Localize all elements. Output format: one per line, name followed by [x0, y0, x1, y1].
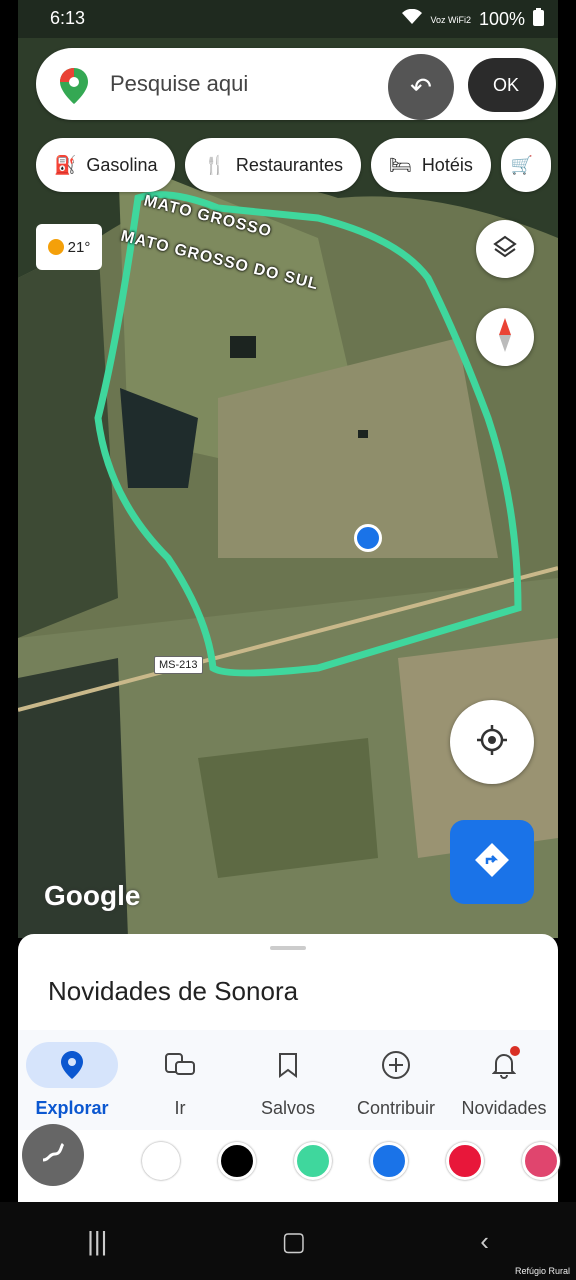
android-nav-bar: ||| ▢ ‹	[0, 1202, 576, 1280]
chip-shopping[interactable]: 🛒	[500, 138, 551, 192]
drawing-toolbar	[18, 1124, 560, 1202]
google-logo: Google	[44, 880, 141, 911]
my-location-button[interactable]	[450, 700, 534, 784]
directions-button[interactable]	[450, 820, 534, 904]
nav-label: Salvos	[260, 1098, 316, 1118]
crosshair-icon	[475, 723, 509, 762]
sun-icon	[47, 239, 64, 255]
chip-label: Hotéis	[421, 154, 473, 175]
status-time: 6:13	[50, 8, 86, 28]
weather-temp: 21°	[67, 238, 91, 256]
squiggle-icon	[38, 1138, 68, 1173]
bookmark-icon	[242, 1042, 334, 1088]
pen-tool-button[interactable]	[22, 1124, 84, 1186]
chip-label: Gasolina	[86, 154, 158, 175]
watermark: Refúgio Rural	[514, 1266, 570, 1276]
nav-explorar[interactable]: Explorar	[18, 1030, 126, 1130]
bottom-nav: Explorar Ir Salvos Contribuir Novidades	[18, 1030, 558, 1130]
swatch-red[interactable]	[446, 1142, 484, 1180]
hotel-icon: 🛏	[388, 154, 412, 175]
swatch-green[interactable]	[294, 1142, 332, 1180]
swatch-black[interactable]	[218, 1142, 256, 1180]
sheet-title: Novidades de Sonora	[48, 976, 299, 1006]
bell-icon	[458, 1042, 550, 1088]
chip-label: Restaurantes	[235, 154, 343, 175]
undo-icon: ↶	[410, 71, 432, 102]
category-chips: ⛽ Gasolina 🍴 Restaurantes 🛏 Hotéis 🛒	[36, 138, 551, 192]
search-placeholder: Pesquise aqui	[110, 71, 249, 96]
bottom-sheet[interactable]: Novidades de Sonora	[18, 934, 558, 1030]
current-location-dot	[354, 524, 382, 552]
chip-restaurantes[interactable]: 🍴 Restaurantes	[185, 138, 361, 192]
network-label: Voz WiFi2	[430, 14, 471, 25]
pin-icon	[26, 1042, 118, 1088]
recents-icon[interactable]: |||	[87, 1226, 107, 1257]
swatch-white[interactable]	[142, 1142, 180, 1180]
compass-button[interactable]	[476, 308, 534, 366]
directions-icon	[474, 842, 510, 883]
compass-icon	[495, 317, 515, 357]
ok-button[interactable]: OK	[468, 58, 544, 112]
restaurant-icon: 🍴	[203, 154, 226, 175]
weather-badge[interactable]: 21°	[36, 224, 102, 270]
nav-label: Ir	[174, 1098, 186, 1118]
nav-ir[interactable]: Ir	[126, 1030, 234, 1130]
road-label: MS-213	[154, 656, 203, 674]
nav-contribuir[interactable]: Contribuir	[342, 1030, 450, 1130]
wifi-icon	[402, 8, 423, 30]
swatch-pink[interactable]	[522, 1142, 560, 1180]
nav-label: Novidades	[461, 1098, 547, 1118]
nav-label: Contribuir	[356, 1098, 436, 1118]
commute-icon	[134, 1042, 226, 1088]
nav-novidades[interactable]: Novidades	[450, 1030, 558, 1130]
nav-label: Explorar	[35, 1098, 109, 1118]
maps-pin-icon	[60, 68, 88, 109]
gas-station-icon: ⛽	[54, 154, 77, 175]
back-icon[interactable]: ‹	[480, 1226, 489, 1257]
chip-hoteis[interactable]: 🛏 Hotéis	[370, 138, 491, 192]
add-circle-icon	[350, 1042, 442, 1088]
status-bar: 6:13 Voz WiFi2 100%	[18, 0, 558, 38]
cart-icon: 🛒	[510, 154, 534, 175]
undo-button[interactable]: ↶	[388, 54, 454, 120]
swatch-blue[interactable]	[370, 1142, 408, 1180]
home-icon[interactable]: ▢	[282, 1226, 307, 1257]
nav-salvos[interactable]: Salvos	[234, 1030, 342, 1130]
battery-icon	[533, 8, 544, 31]
notification-dot	[510, 1046, 520, 1056]
chip-gasolina[interactable]: ⛽ Gasolina	[36, 138, 176, 192]
search-bar[interactable]: Pesquise aqui ↶ OK	[36, 48, 556, 120]
layers-icon	[492, 234, 518, 265]
status-icons: Voz WiFi2 100%	[402, 8, 544, 31]
sheet-handle[interactable]	[270, 946, 306, 950]
layers-button[interactable]	[476, 220, 534, 278]
battery-text: 100%	[478, 9, 525, 29]
